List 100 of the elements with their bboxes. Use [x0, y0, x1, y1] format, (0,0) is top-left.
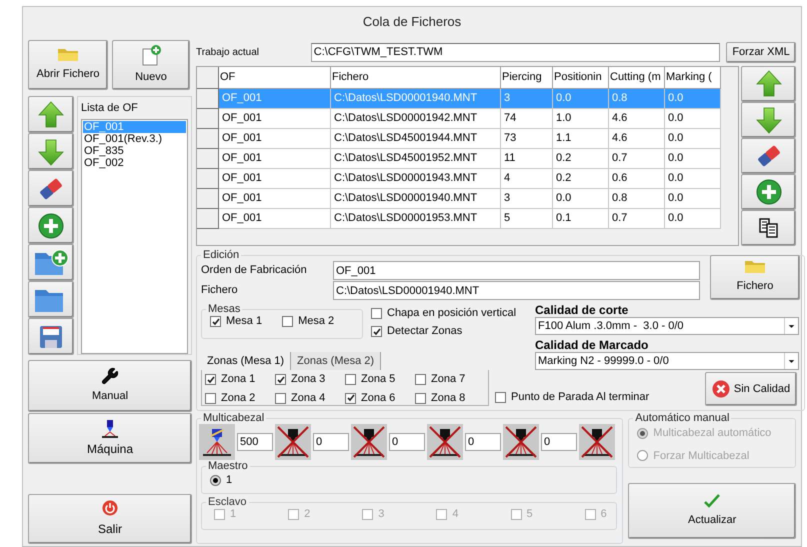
field-label: Trabajo actual [196, 46, 260, 60]
window-title: Cola de Ficheros [362, 13, 462, 32]
list-item[interactable]: OF_835 [83, 144, 186, 156]
add-folder-button[interactable] [28, 244, 74, 281]
table-cell: 5 [501, 209, 553, 229]
column-header: Piercing [501, 67, 553, 89]
list-item[interactable]: OF_002 [83, 156, 186, 168]
list-title: Lista de OF [81, 101, 139, 116]
mark-quality-label: Calidad de Marcado [535, 338, 650, 352]
master-radio[interactable]: 1 [210, 472, 612, 488]
head-value-field[interactable]: 0 [389, 433, 425, 451]
table-checkbox[interactable]: Mesa 2 [282, 315, 334, 328]
laser-head-icon[interactable] [199, 424, 235, 460]
zones-tab[interactable]: Zonas (Mesa 2) [291, 352, 382, 370]
new-document-icon [140, 44, 162, 67]
zone-checkbox[interactable]: Zona 4 [275, 392, 345, 405]
head-value-field[interactable]: 500 [237, 433, 273, 451]
zone-checkbox[interactable]: Zona 7 [415, 373, 485, 386]
copy-icon [758, 217, 780, 239]
option-checkbox[interactable]: Detectar Zonas [371, 325, 516, 338]
force-xml-button[interactable]: Forzar XML [726, 42, 796, 62]
exit-button[interactable]: Salir [28, 494, 192, 544]
row-header[interactable] [197, 89, 219, 109]
error-icon [712, 380, 730, 398]
row-header[interactable] [197, 189, 219, 209]
delete-button[interactable] [28, 170, 74, 207]
file-button[interactable]: Fichero [710, 255, 800, 300]
zone-checkbox[interactable]: Zona 6 [345, 392, 415, 405]
row-header[interactable] [197, 149, 219, 169]
add-button[interactable] [28, 207, 74, 244]
check-icon [276, 376, 284, 384]
mark-quality-select[interactable]: Marking N2 - 99999.0 - 0/0 [535, 352, 799, 370]
group-title: Automático manual [634, 412, 730, 424]
zone-checkbox[interactable]: Zona 2 [205, 392, 275, 405]
save-button[interactable] [28, 318, 74, 355]
head-value-field[interactable]: 0 [541, 433, 577, 451]
machine-button[interactable]: Máquina [28, 413, 192, 464]
table-cell: 0.0 [665, 209, 721, 229]
row-header[interactable] [197, 109, 219, 129]
current-job-field[interactable]: C:\CFG\TWM_TEST.TWM [310, 42, 720, 62]
move-up-button[interactable] [28, 96, 74, 133]
laser-icon [102, 420, 118, 438]
arrow-down-icon [37, 138, 65, 166]
option-checkbox[interactable]: Chapa en posición vertical [371, 307, 516, 320]
cut-quality-label: Calidad de corte [535, 303, 630, 317]
table-row[interactable]: OF_001 C:\Datos\LSD00001942.MNT 74 1.0 4.6 0.0 [219, 109, 721, 129]
table-cell: C:\Datos\LSD00001953.MNT [331, 209, 501, 229]
field-label: Orden de Fabricación [201, 263, 308, 278]
table-cell: 0.1 [553, 209, 609, 229]
column-header: Marking ( [665, 67, 721, 89]
check-icon [372, 328, 380, 336]
group-title: Edición [202, 249, 240, 261]
zone-checkbox[interactable]: Zona 5 [345, 373, 415, 386]
row-header[interactable] [197, 209, 219, 229]
order-field[interactable]: OF_001 [333, 261, 700, 280]
table-row[interactable]: OF_001 C:\Datos\LSD45001952.MNT 11 0.2 0.7 0.0 [219, 149, 721, 169]
check-icon [212, 318, 220, 326]
column-header: Positionin [553, 67, 609, 89]
list-item[interactable]: OF_001(Rev.3.) [83, 132, 186, 144]
stop-checkbox[interactable]: Punto de Parada Al terminar [495, 391, 701, 404]
folder-add-icon [33, 248, 69, 276]
zone-checkbox[interactable]: Zona 3 [275, 373, 345, 386]
new-button[interactable]: Nuevo [112, 40, 190, 90]
group-title: Maestro [207, 460, 249, 472]
cut-quality-select[interactable]: F100 Alum .3.0mm - 3.0 - 0/0 [535, 317, 799, 335]
move-up-button[interactable] [741, 66, 796, 102]
head-value-field[interactable]: 0 [465, 433, 501, 451]
add-button[interactable] [741, 174, 796, 210]
plus-icon [756, 179, 782, 205]
table-row[interactable]: OF_001 C:\Datos\LSD00001940.MNT 3 0.0 0.8 0.0 [219, 189, 721, 209]
row-header[interactable] [197, 169, 219, 189]
check-icon [346, 394, 354, 402]
copy-button[interactable] [741, 210, 796, 246]
check-icon [206, 376, 214, 384]
column-header: OF [219, 67, 331, 89]
delete-button[interactable] [741, 138, 796, 174]
table-cell: 0.7 [609, 209, 665, 229]
zone-checkbox[interactable]: Zona 8 [415, 392, 485, 405]
power-icon [102, 500, 118, 516]
table-checkbox[interactable]: Mesa 1 [210, 315, 262, 328]
manual-button[interactable]: Manual [28, 360, 192, 412]
folder-icon [57, 48, 79, 62]
group-title: Multicabezal [202, 412, 266, 424]
folder-button[interactable] [28, 281, 74, 318]
wrench-icon [101, 367, 119, 386]
table-row[interactable]: OF_001 C:\Datos\LSD00001943.MNT 4 0.2 0.6 0.0 [219, 169, 721, 189]
radio-button[interactable] [210, 474, 221, 486]
file-field[interactable]: C:\Datos\LSD00001940.MNT [333, 281, 700, 300]
zone-checkbox[interactable]: Zona 1 [205, 373, 275, 386]
table-row[interactable]: OF_001 C:\Datos\LSD45001944.MNT 73 1.1 4.6 0.0 [219, 129, 721, 149]
group-title: Mesas [207, 303, 242, 315]
open-file-button[interactable]: Abrir Fichero [28, 40, 108, 90]
no-quality-button[interactable]: Sin Calidad [705, 372, 797, 406]
update-button[interactable]: Actualizar [628, 483, 796, 539]
head-value-field[interactable]: 0 [313, 433, 349, 451]
check-icon [704, 494, 720, 508]
move-down-button[interactable] [28, 133, 74, 170]
move-down-button[interactable] [741, 102, 796, 138]
row-header[interactable] [197, 129, 219, 149]
table-row[interactable]: OF_001 C:\Datos\LSD00001953.MNT 5 0.1 0.7 0.0 [219, 209, 721, 229]
